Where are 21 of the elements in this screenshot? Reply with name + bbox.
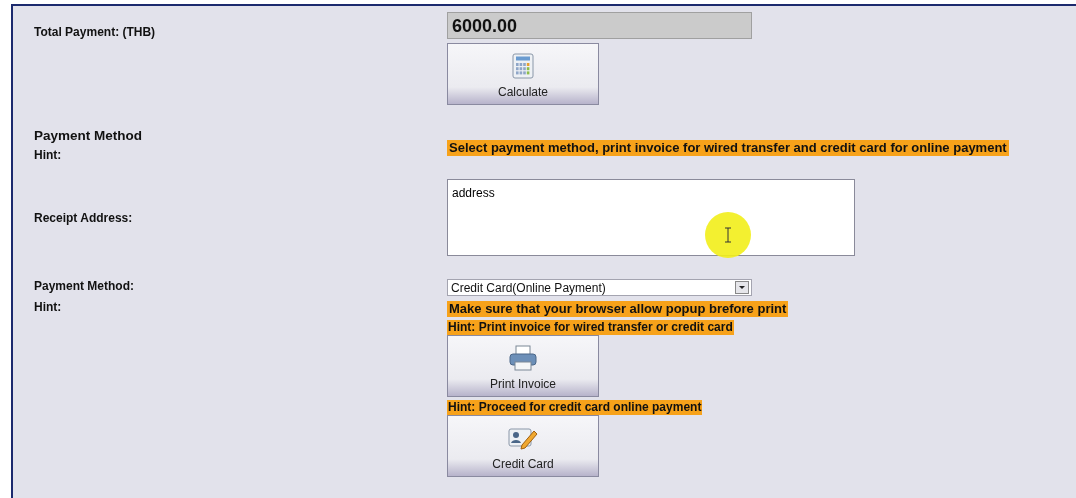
hint-label: Hint: (34, 300, 63, 314)
credit-card-button[interactable]: Credit Card (447, 415, 599, 477)
hint-text: Hint: Proceed for credit card online payment (447, 400, 703, 415)
field-label: Receipt Address: (34, 210, 134, 225)
payment-method-dropdown[interactable]: Credit Card(Online Payment) (447, 279, 752, 296)
cursor-highlight (704, 211, 752, 259)
calculate-button[interactable]: Calculate (447, 43, 599, 105)
id-card-pen-icon (508, 425, 538, 451)
section-heading: Payment Method (34, 128, 143, 143)
caret-icon (735, 281, 749, 294)
printer-icon (509, 345, 537, 371)
address-field[interactable]: address (447, 179, 855, 256)
field-label: Payment Method: (34, 279, 135, 293)
print-invoice-button[interactable]: Print Invoice (447, 335, 599, 397)
calculator-icon (512, 53, 534, 79)
field-label: Total Payment: (THB) (34, 25, 157, 39)
hint-text: Select payment method, print invoice for wired transfer and credit card for online payment (447, 140, 1009, 156)
total-field: 6000.00 (447, 12, 752, 39)
hint-label: Hint: (34, 148, 63, 162)
hint-text: Make sure that your browser allow popup brefore print (447, 301, 789, 317)
hint-text: Hint: Print invoice for wired transfer or credit card (447, 320, 734, 335)
